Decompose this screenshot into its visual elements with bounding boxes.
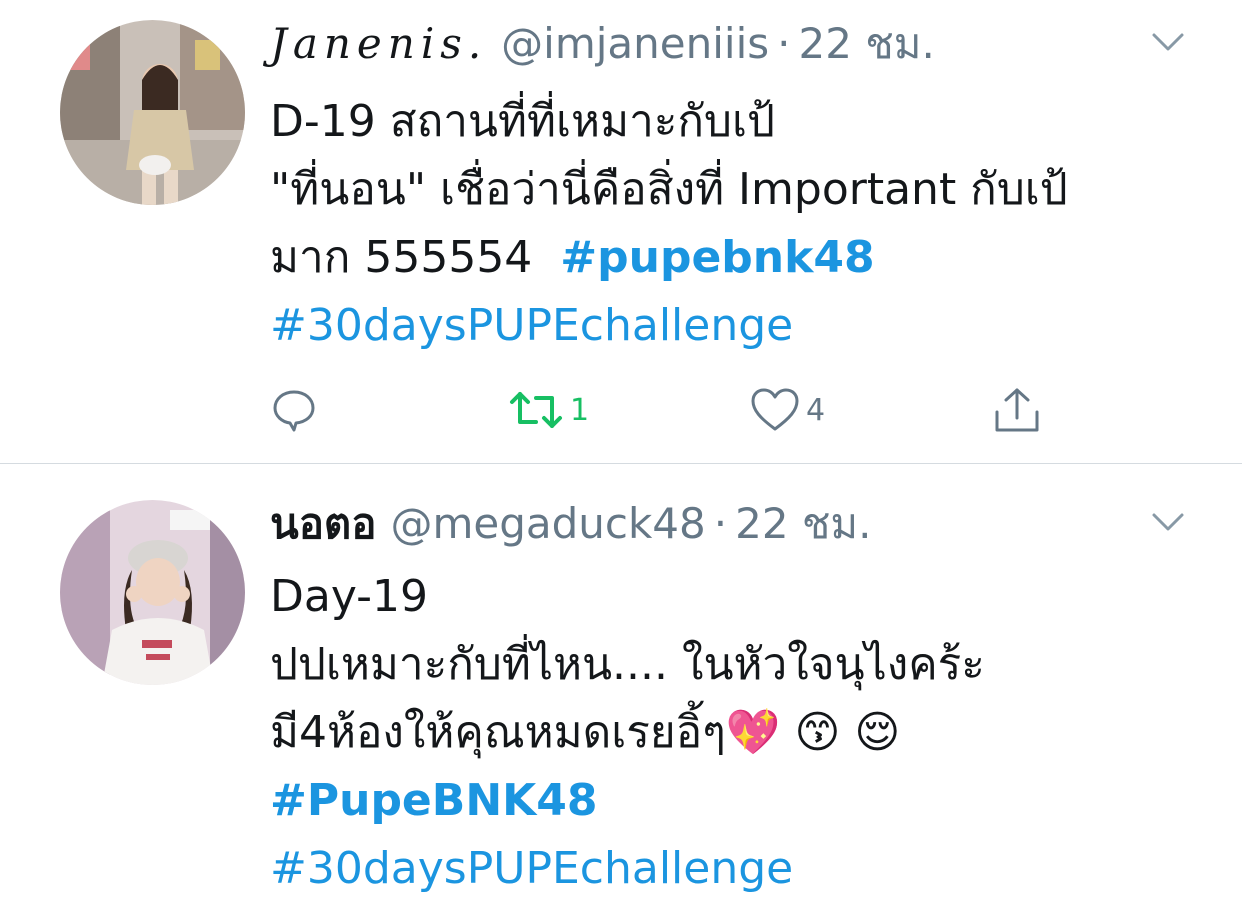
tweet-line: "ที่นอน" เชื่อว่านี่คือสิ่งที่ Important… (270, 164, 1068, 215)
tweet[interactable]: Janenis. @imjaneniiis · 22 ชม. D-19 สถาน… (0, 0, 1242, 463)
avatar[interactable] (60, 500, 245, 685)
user-handle[interactable]: @imjaneniiis (501, 16, 769, 72)
tweet-line: ปปเหมาะกับที่ไหน.... ในหัวใจนุไงคร้ะ (270, 639, 985, 690)
retweet-icon (508, 386, 564, 434)
tweet-header: นอตอ @megaduck48 · 22 ชม. (270, 496, 871, 552)
hashtag-link[interactable]: #30daysPUPEchallenge (270, 843, 793, 894)
tweet-line: มี4ห้องให้คุณหมดเรยอิ้ๆ💖 😙 😌 (270, 707, 901, 758)
tweet-line-text: มาก 555554 (270, 232, 561, 283)
tweet-text: Day-19 ปปเหมาะกับที่ไหน.... ในหัวใจนุไงค… (270, 563, 1210, 903)
tweet[interactable]: นอตอ @megaduck48 · 22 ชม. Day-19 ปปเหมาะ… (0, 464, 1242, 921)
hashtag-link[interactable]: #pupebnk48 (560, 232, 874, 283)
display-name[interactable]: Janenis. (270, 16, 487, 72)
tweet-line: Day-19 (270, 571, 428, 622)
chevron-down-icon[interactable] (1150, 504, 1186, 540)
separator-dot: · (713, 499, 728, 548)
avatar[interactable] (60, 20, 245, 205)
timestamp[interactable]: 22 ชม. (735, 496, 871, 552)
retweet-count: 1 (570, 392, 590, 428)
reply-button[interactable] (270, 385, 318, 435)
tweet-line: มาก 555554 #pupebnk48 (270, 224, 1210, 292)
like-button[interactable]: 4 (750, 385, 825, 435)
tweet-line: #30daysPUPEchallenge (270, 292, 1210, 360)
tweet-actions: 1 4 (270, 385, 1070, 435)
share-icon (992, 386, 1042, 434)
separator-dot: · (777, 19, 791, 68)
tweet-header: Janenis. @imjaneniiis · 22 ชม. (270, 16, 935, 72)
heart-icon (750, 386, 800, 434)
tweet-line: #PupeBNK48 (270, 767, 1210, 835)
tweet-line: #30daysPUPEchallenge (270, 835, 1210, 903)
share-button[interactable] (992, 385, 1042, 435)
user-handle[interactable]: @megaduck48 (390, 496, 705, 552)
hashtag-link[interactable]: #30daysPUPEchallenge (270, 300, 793, 351)
timestamp[interactable]: 22 ชม. (799, 16, 935, 72)
tweet-line: D-19 สถานที่ที่เหมาะกับเป้ (270, 96, 775, 147)
reply-icon (270, 386, 318, 434)
display-name[interactable]: นอตอ (270, 496, 376, 552)
chevron-down-icon[interactable] (1150, 24, 1186, 60)
like-count: 4 (806, 392, 826, 428)
retweet-button[interactable]: 1 (508, 385, 589, 435)
tweet-text: D-19 สถานที่ที่เหมาะกับเป้ "ที่นอน" เชื่… (270, 88, 1210, 360)
hashtag-link[interactable]: #PupeBNK48 (270, 775, 597, 826)
